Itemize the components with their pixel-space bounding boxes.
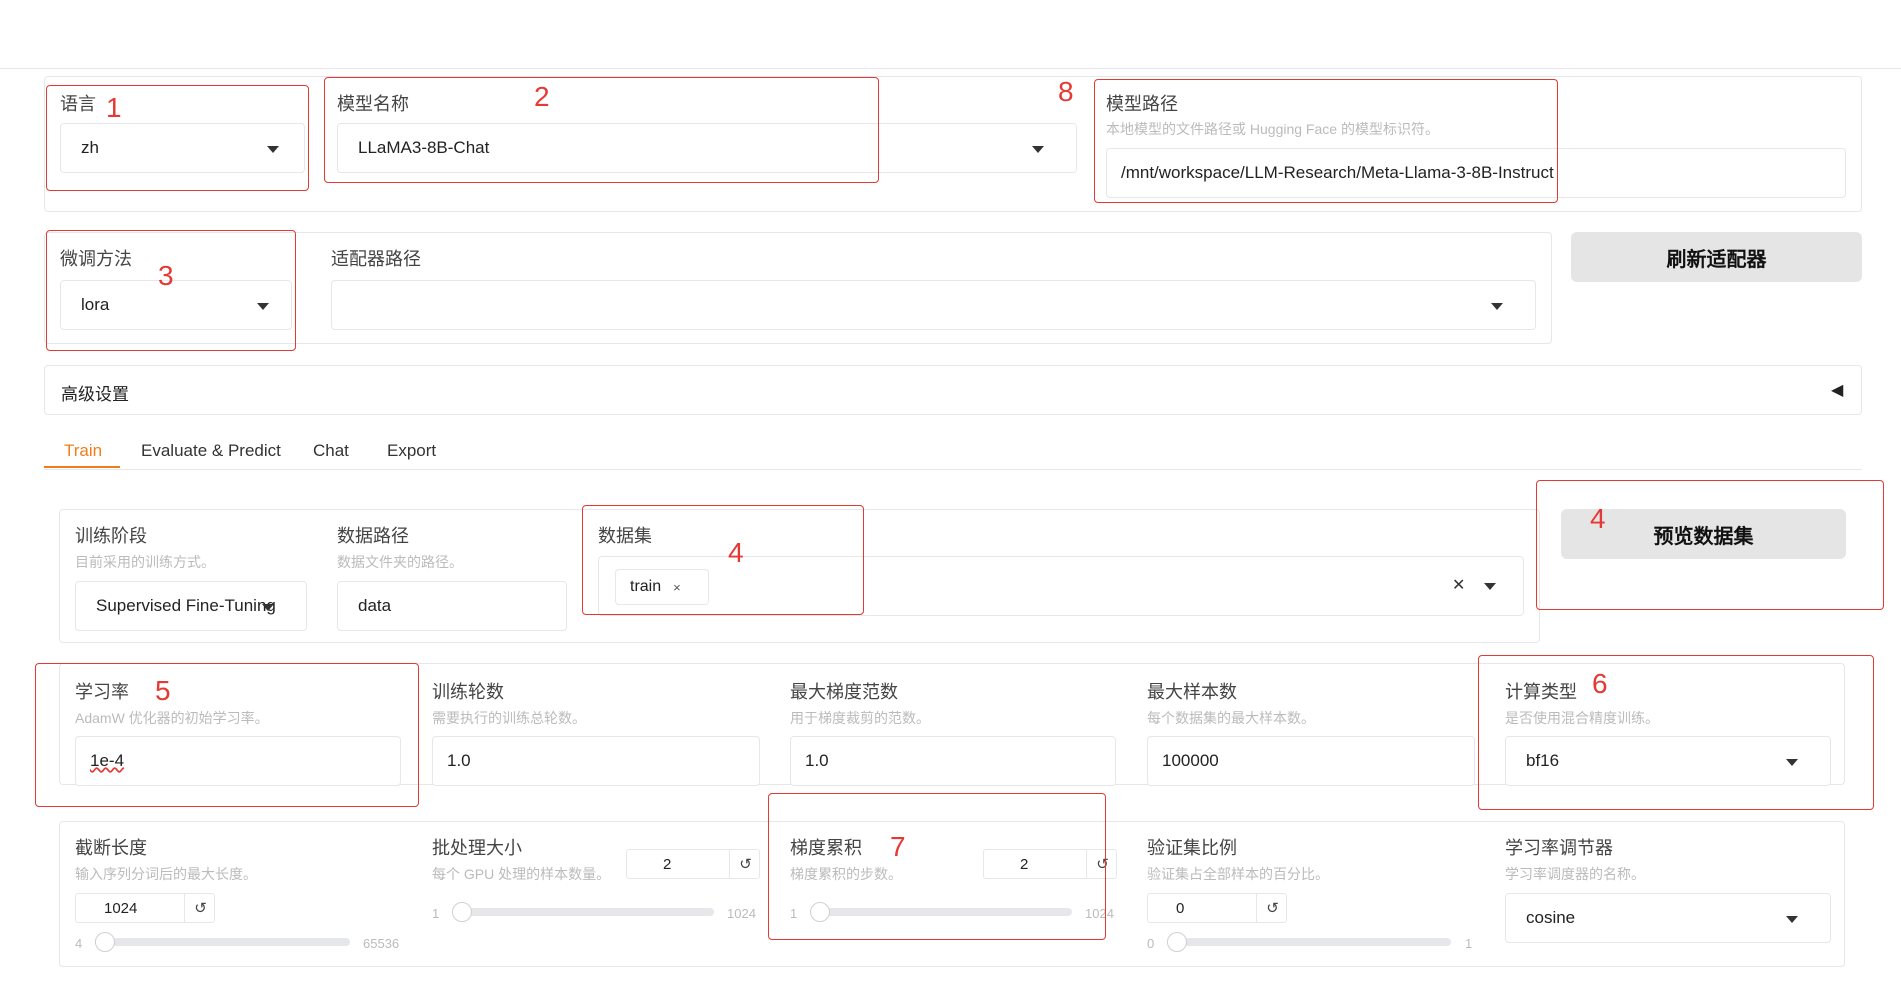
batch-min: 1 — [432, 906, 440, 921]
max-samples-input[interactable]: 100000 — [1147, 736, 1475, 786]
epochs-hint: 需要执行的训练总轮数。 — [432, 710, 586, 726]
adapter-select[interactable] — [331, 280, 1536, 330]
annotation-box-1 — [46, 85, 309, 191]
val-size-slider-thumb[interactable] — [1167, 932, 1187, 952]
tab-train[interactable]: Train — [64, 441, 102, 461]
chevron-down-icon — [1484, 583, 1496, 590]
batch-slider-track[interactable] — [452, 902, 714, 922]
chevron-down-icon — [1786, 916, 1798, 923]
max-samples-hint: 每个数据集的最大样本数。 — [1147, 710, 1315, 726]
annotation-number-8: 8 — [1058, 76, 1074, 107]
tab-chat[interactable]: Chat — [313, 441, 349, 461]
advanced-settings-label: 高级设置 — [61, 385, 129, 404]
scheduler-hint: 学习率调度器的名称。 — [1505, 866, 1645, 882]
adapter-label: 适配器路径 — [331, 249, 421, 269]
stage-value: Supervised Fine-Tuning — [96, 596, 276, 615]
cutoff-min: 4 — [75, 936, 83, 951]
data-dir-hint: 数据文件夹的路径。 — [337, 554, 463, 570]
annotation-box-5 — [35, 663, 419, 807]
scheduler-select[interactable]: cosine — [1505, 893, 1831, 943]
annotation-box-7 — [768, 793, 1106, 940]
epochs-input[interactable]: 1.0 — [432, 736, 760, 786]
annotation-box-2 — [324, 77, 879, 183]
annotation-number-2: 2 — [534, 81, 550, 112]
annotation-box-8 — [1094, 79, 1558, 203]
reset-icon[interactable]: ↺ — [184, 894, 216, 922]
epochs-value: 1.0 — [447, 751, 471, 770]
batch-value: 2 — [663, 855, 672, 873]
batch-slider-thumb[interactable] — [452, 902, 472, 922]
stage-label: 训练阶段 — [75, 526, 147, 546]
scheduler-label: 学习率调节器 — [1505, 838, 1613, 858]
annotation-number-4a: 4 — [728, 537, 744, 568]
annotation-box-4a — [582, 505, 864, 615]
cutoff-value: 1024 — [104, 899, 138, 917]
cutoff-max: 65536 — [363, 936, 400, 951]
chevron-down-icon — [1032, 146, 1044, 153]
chevron-down-icon — [1491, 303, 1503, 310]
val-size-min: 0 — [1147, 936, 1155, 951]
val-size-slider-track[interactable] — [1167, 932, 1451, 952]
max-grad-input[interactable]: 1.0 — [790, 736, 1116, 786]
reset-icon[interactable]: ↺ — [1256, 894, 1288, 922]
annotation-number-7: 7 — [890, 831, 906, 862]
val-size-label: 验证集比例 — [1147, 838, 1237, 858]
val-size-max: 1 — [1465, 936, 1473, 951]
max-grad-label: 最大梯度范数 — [790, 682, 898, 702]
val-size-number-input[interactable]: 0 ↺ — [1147, 893, 1287, 923]
stage-select[interactable]: Supervised Fine-Tuning — [75, 581, 307, 631]
annotation-number-6: 6 — [1592, 668, 1608, 699]
top-bar — [0, 0, 1901, 69]
max-samples-value: 100000 — [1162, 751, 1219, 770]
max-grad-value: 1.0 — [805, 751, 829, 770]
stage-hint: 目前采用的训练方式。 — [75, 554, 215, 570]
collapse-arrow-icon: ◀ — [1831, 382, 1844, 399]
data-dir-value: data — [358, 596, 392, 615]
val-size-value: 0 — [1176, 899, 1185, 917]
tab-export[interactable]: Export — [387, 441, 436, 461]
tab-train-underline — [44, 466, 120, 468]
val-size-hint: 验证集占全部样本的百分比。 — [1147, 866, 1329, 882]
annotation-number-4b: 4 — [1590, 503, 1606, 534]
max-samples-label: 最大样本数 — [1147, 682, 1237, 702]
batch-number-input[interactable]: 2 ↺ — [626, 849, 760, 879]
annotation-number-5: 5 — [155, 675, 171, 706]
max-grad-hint: 用于梯度裁剪的范数。 — [790, 710, 930, 726]
annotation-box-4b — [1536, 480, 1884, 610]
refresh-adapter-button[interactable]: 刷新适配器 — [1571, 232, 1862, 282]
annotation-number-1: 1 — [106, 92, 122, 123]
annotation-box-6 — [1478, 655, 1874, 810]
tabs-divider — [44, 469, 1862, 470]
batch-hint: 每个 GPU 处理的样本数量。 — [432, 866, 611, 882]
batch-label: 批处理大小 — [432, 838, 522, 858]
reset-icon[interactable]: ↺ — [729, 850, 761, 878]
clear-icon[interactable]: ✕ — [1452, 575, 1465, 595]
cutoff-number-input[interactable]: 1024 ↺ — [75, 893, 215, 923]
cutoff-slider-thumb[interactable] — [95, 932, 115, 952]
tab-evaluate-predict[interactable]: Evaluate & Predict — [141, 441, 281, 461]
scheduler-value: cosine — [1526, 908, 1576, 927]
data-dir-label: 数据路径 — [337, 526, 409, 546]
chevron-down-icon — [262, 604, 274, 611]
cutoff-slider-track[interactable] — [95, 932, 350, 952]
data-dir-input[interactable]: data — [337, 581, 567, 631]
epochs-label: 训练轮数 — [432, 682, 504, 702]
batch-max: 1024 — [727, 906, 756, 921]
advanced-settings-accordion[interactable]: 高级设置 ◀ — [44, 365, 1862, 415]
cutoff-hint: 输入序列分词后的最大长度。 — [75, 866, 257, 882]
cutoff-label: 截断长度 — [75, 838, 147, 858]
annotation-number-3: 3 — [158, 260, 174, 291]
